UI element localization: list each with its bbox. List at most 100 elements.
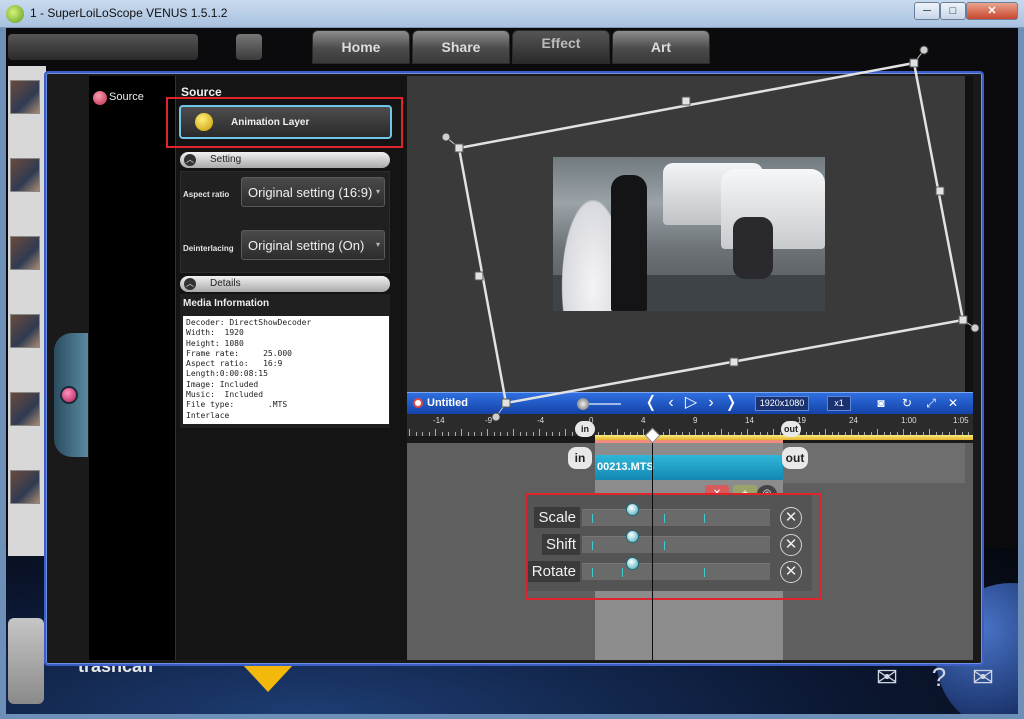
ruler-tick (558, 432, 560, 436)
chevron-down-icon: ▾ (375, 187, 380, 196)
details-section-header[interactable]: ︿ Details (180, 276, 390, 292)
minimize-button[interactable]: ─ (914, 2, 940, 20)
clip-name: 00213.MTS (597, 461, 654, 473)
source-nav-label[interactable]: Source (109, 91, 144, 103)
ruler-tick (493, 432, 495, 436)
fast-forward-icon[interactable]: ❭ (723, 394, 739, 412)
in-marker[interactable]: in (575, 421, 595, 437)
ruler-tick (513, 429, 514, 436)
bin-thumbnail[interactable] (10, 314, 40, 348)
title-bar: 1 - SuperLoiLoScope VENUS 1.5.1.2 ─ □ ✕ (0, 0, 1024, 28)
ruler-tick-label: 4 (641, 416, 646, 425)
ruler-tick (428, 432, 430, 436)
ruler-tick (552, 432, 553, 436)
project-icon (413, 398, 423, 408)
ruler-tick-label: 24 (849, 416, 858, 425)
ruler-tick-label: 9 (693, 416, 698, 425)
tab-art[interactable]: Art (612, 30, 710, 64)
trashcan-icon[interactable] (8, 618, 44, 704)
panel-collapse-handle[interactable] (54, 333, 88, 457)
bin-scroll-button[interactable] (236, 34, 262, 60)
ruler-tick-label: -4 (537, 416, 545, 425)
ruler-tick (441, 432, 443, 436)
volume-slider[interactable] (577, 398, 621, 410)
ruler-tick (506, 432, 508, 436)
ruler-tick (454, 432, 456, 436)
maximize-button[interactable]: □ (940, 2, 966, 20)
deinterlacing-select[interactable]: Original setting (On) ▾ (241, 230, 385, 260)
highlight-box (166, 97, 403, 148)
preview-frame (553, 157, 825, 311)
deinterlacing-label: Deinterlacing (183, 244, 234, 253)
close-button[interactable]: ✕ (966, 2, 1018, 20)
timeline-toolbar: Untitled ❬ ‹ ▷ › ❭ 1920x1080 x1 ◙ ↻ ⤢ ✕ (407, 392, 973, 414)
collapse-knob-icon[interactable] (60, 386, 78, 404)
arrow-icon (242, 664, 294, 692)
source-icon[interactable] (93, 91, 107, 105)
bin-search-bar[interactable] (8, 34, 198, 60)
ruler-tick-label: -9 (485, 416, 493, 425)
step-forward-icon[interactable]: › (703, 394, 719, 412)
ruler-tick (526, 432, 527, 436)
help-icon[interactable]: ? (922, 662, 956, 692)
step-back-icon[interactable]: ‹ (663, 394, 679, 412)
chevron-down-icon: ▾ (375, 240, 380, 249)
media-info-text: Decoder: DirectShowDecoder Width: 1920 H… (183, 316, 389, 424)
tab-effect[interactable]: Effect (512, 30, 610, 64)
setting-section: Aspect ratio Original setting (16:9) ▾ D… (180, 171, 390, 273)
camera-icon[interactable]: ◙ (873, 395, 889, 411)
collapse-icon[interactable]: ︿ (184, 154, 196, 166)
tab-share[interactable]: Share (412, 30, 510, 64)
ruler-tick (500, 432, 501, 436)
rewind-icon[interactable]: ❬ (643, 394, 659, 412)
ruler-tick (474, 432, 475, 436)
ruler-tick (565, 429, 566, 436)
close-icon[interactable]: ✕ (945, 395, 961, 411)
ruler-tick (545, 432, 547, 436)
ruler-tick (571, 432, 573, 436)
tab-home[interactable]: Home (312, 30, 410, 64)
effect-dialog: Source Source Animation Layer ︿ Setting … (44, 71, 984, 666)
resolution-badge[interactable]: 1920x1080 (755, 396, 809, 411)
playhead[interactable] (652, 436, 653, 660)
mail-icon[interactable]: ✉ (966, 662, 1000, 692)
collapse-icon[interactable]: ︿ (184, 278, 196, 290)
timeline-ruler[interactable]: -14 -9 -4 0 4 9 14 19 24 1:00 1:05 (407, 414, 973, 436)
clip-out-marker[interactable]: out (782, 447, 808, 469)
ruler-tick (539, 429, 540, 436)
ruler-tick (461, 429, 462, 436)
ruler-tick (467, 432, 469, 436)
bin-thumbnail[interactable] (10, 392, 40, 426)
ruler-tick (448, 432, 449, 436)
bin-thumbnail-strip (8, 66, 46, 556)
aspect-ratio-select[interactable]: Original setting (16:9) ▾ (241, 177, 385, 207)
setting-section-header[interactable]: ︿ Setting (180, 152, 390, 168)
video-preview[interactable] (407, 76, 973, 392)
bin-thumbnail[interactable] (10, 236, 40, 270)
zoom-badge[interactable]: x1 (827, 396, 851, 411)
loop-icon[interactable]: ↻ (899, 395, 915, 411)
clip-in-marker[interactable]: in (568, 447, 592, 469)
expand-icon[interactable]: ⤢ (923, 395, 939, 411)
out-marker[interactable]: out (781, 421, 801, 437)
bin-thumbnail[interactable] (10, 470, 40, 504)
ruler-tick (415, 432, 417, 436)
video-clip[interactable]: 00213.MTS (595, 455, 783, 480)
ruler-tick (422, 432, 423, 436)
source-settings-panel: Source Animation Layer ︿ Setting Aspect … (175, 76, 407, 660)
deinterlacing-value: Original setting (On) (248, 238, 365, 253)
setting-header-label: Setting (210, 154, 242, 165)
ruler-tick (519, 432, 521, 436)
bin-thumbnail[interactable] (10, 158, 40, 192)
ruler-tick (487, 429, 488, 436)
play-icon[interactable]: ▷ (683, 394, 699, 412)
share-icon[interactable]: ✉ (870, 662, 904, 692)
media-info-title: Media Information (183, 298, 270, 309)
ruler-tick (409, 429, 410, 436)
source-nav: Source (89, 76, 175, 660)
bin-thumbnail[interactable] (10, 80, 40, 114)
app-icon (6, 5, 24, 23)
aspect-ratio-label: Aspect ratio (183, 190, 230, 199)
ruler-tick (480, 432, 482, 436)
ruler-tick (435, 429, 436, 436)
